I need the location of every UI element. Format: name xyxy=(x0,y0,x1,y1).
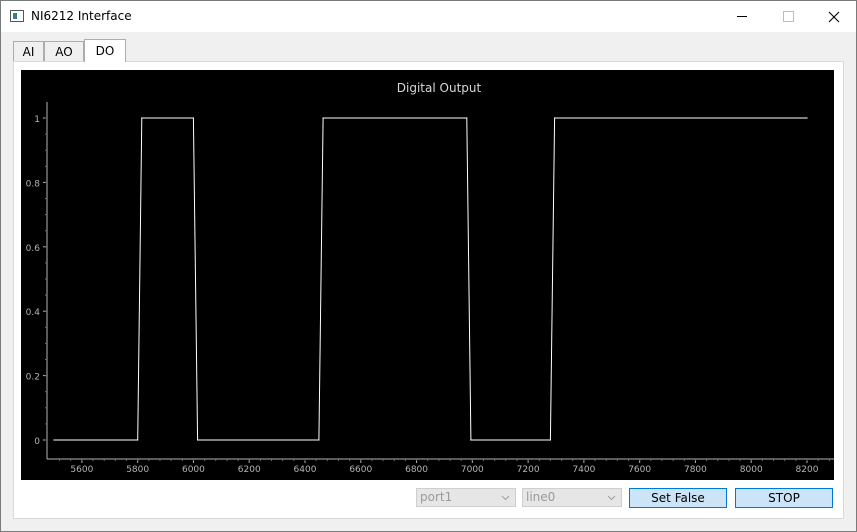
minimize-button[interactable] xyxy=(719,1,765,32)
data-point xyxy=(322,117,324,119)
stop-button[interactable]: STOP xyxy=(735,488,833,508)
x-tick-label: 7000 xyxy=(461,465,484,475)
x-tick-label: 6200 xyxy=(238,465,261,475)
x-tick-label: 6600 xyxy=(349,465,372,475)
close-icon xyxy=(828,11,840,22)
maximize-icon xyxy=(782,11,794,22)
data-point xyxy=(192,117,194,119)
data-point xyxy=(554,117,556,119)
set-false-button[interactable]: Set False xyxy=(629,488,727,508)
line-select[interactable]: line0 xyxy=(522,488,622,507)
data-point xyxy=(806,117,808,119)
x-tick-label: 8200 xyxy=(796,465,819,475)
x-tick-label: 7600 xyxy=(628,465,651,475)
x-tick-label: 8000 xyxy=(740,465,763,475)
chart-title: Digital Output xyxy=(397,81,482,95)
x-tick-label: 7200 xyxy=(517,465,540,475)
series-line xyxy=(54,117,807,441)
y-tick-label: 0.2 xyxy=(26,373,40,383)
x-tick-label: 7400 xyxy=(572,465,595,475)
x-tick-label: 7800 xyxy=(684,465,707,475)
data-point xyxy=(470,439,472,441)
window-title: NI6212 Interface xyxy=(31,9,132,23)
x-tick-label: 5600 xyxy=(70,465,93,475)
digital-output-plot: Digital Output 0 0.2 0.4 0.6 0.8 1 5600 5800 6000… xyxy=(21,70,834,480)
x-tick-label: 6000 xyxy=(182,465,205,475)
tab-ao[interactable]: AO xyxy=(44,41,84,61)
data-point xyxy=(141,117,143,119)
y-tick-label: 0 xyxy=(34,437,40,447)
minimize-icon xyxy=(737,16,747,17)
port-select[interactable]: port1 xyxy=(416,488,516,507)
maximize-button[interactable] xyxy=(765,1,811,32)
chevron-down-icon xyxy=(501,495,510,501)
y-tick-label: 0.4 xyxy=(26,308,41,318)
port-select-value: port1 xyxy=(420,490,453,504)
chart-svg: Digital Output 0 0.2 0.4 0.6 0.8 1 5600 5800 6000… xyxy=(26,81,834,475)
x-tick-label: 5800 xyxy=(126,465,149,475)
chevron-down-icon xyxy=(607,495,616,501)
line-select-value: line0 xyxy=(526,490,556,504)
y-tick-label: 0.8 xyxy=(26,179,41,189)
data-point xyxy=(197,439,199,441)
tab-ai[interactable]: AI xyxy=(13,41,44,61)
data-point xyxy=(466,117,468,119)
data-point xyxy=(318,439,320,441)
data-point xyxy=(137,439,139,441)
y-tick-label: 1 xyxy=(34,115,40,125)
x-tick-label: 6800 xyxy=(405,465,428,475)
title-bar[interactable]: NI6212 Interface xyxy=(1,1,856,32)
data-point xyxy=(53,439,55,441)
y-tick-label: 0.6 xyxy=(26,244,41,254)
x-tick-label: 6400 xyxy=(294,465,317,475)
data-point xyxy=(549,439,552,441)
tab-do[interactable]: DO xyxy=(84,39,126,62)
app-icon xyxy=(10,10,24,22)
close-button[interactable] xyxy=(811,1,857,32)
